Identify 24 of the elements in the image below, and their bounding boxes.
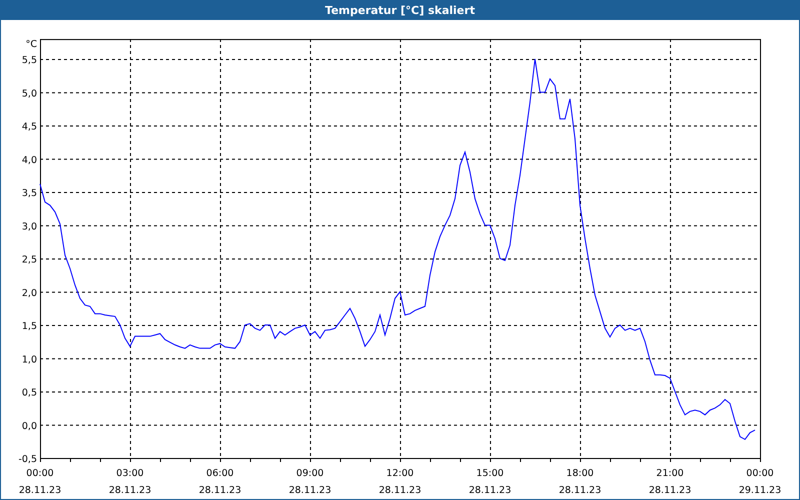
y-tick-label: 2,5 bbox=[22, 254, 37, 266]
y-tick-label: 5,5 bbox=[22, 55, 37, 66]
y-tick-label: 0,0 bbox=[22, 420, 37, 432]
x-tick-label: 12:00 28.11.23 bbox=[378, 468, 422, 496]
x-tick-label: 06:00 28.11.23 bbox=[198, 468, 242, 496]
y-axis-unit: °C bbox=[26, 39, 37, 50]
y-tick-label: 5,0 bbox=[22, 88, 37, 100]
x-tick-label: 21:00 28.11.23 bbox=[648, 468, 692, 496]
window-title: Temperatur [°C] skaliert bbox=[325, 4, 475, 16]
x-tick-label: 00:00 29.11.23 bbox=[738, 468, 782, 496]
y-tick-label: 1,5 bbox=[22, 321, 37, 332]
y-tick-label: 2,0 bbox=[22, 288, 37, 299]
y-tick-label: 3,0 bbox=[22, 221, 37, 232]
y-tick-label: 0,5 bbox=[22, 388, 37, 398]
y-tick-label: 3,5 bbox=[22, 188, 37, 199]
x-tick-label: 15:00 28.11.23 bbox=[468, 468, 512, 496]
y-tick-label: 1,0 bbox=[22, 354, 37, 366]
y-tick-label: -0,5 bbox=[18, 454, 37, 465]
x-tick-label: 03:00 28.11.23 bbox=[108, 468, 152, 496]
x-tick-label: 00:00 28.11.23 bbox=[18, 468, 62, 496]
y-tick-label: 4,5 bbox=[22, 122, 37, 132]
x-tick-label: 18:00 28.11.23 bbox=[558, 468, 602, 496]
y-tick-label: 4,0 bbox=[22, 154, 37, 166]
x-tick-label: 09:00 28.11.23 bbox=[288, 468, 332, 496]
